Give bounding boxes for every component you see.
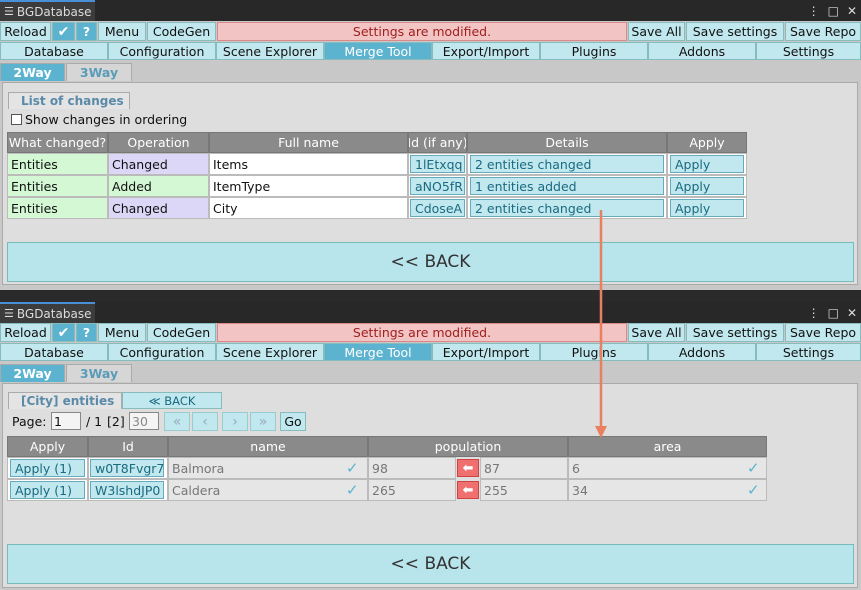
- annotation-arrow-head: [595, 426, 607, 438]
- annotation-arrow: [595, 210, 607, 438]
